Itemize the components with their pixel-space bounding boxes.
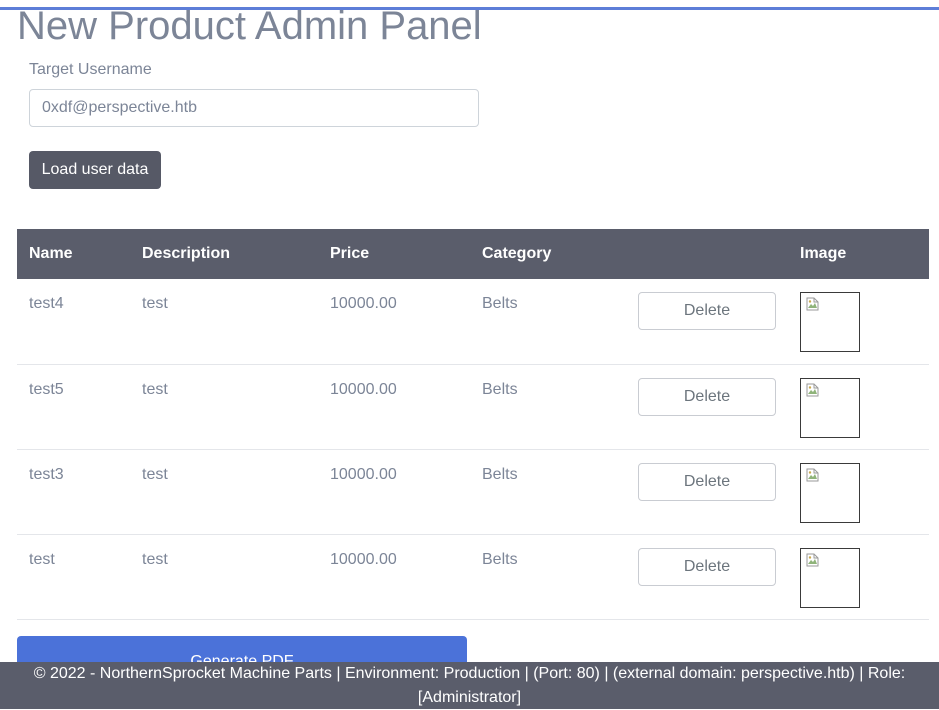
footer-text: © 2022 - NorthernSprocket Machine Parts …: [33, 665, 906, 706]
footer: © 2022 - NorthernSprocket Machine Parts …: [0, 662, 939, 709]
broken-image-icon: [806, 297, 819, 311]
column-header-description: Description: [142, 245, 231, 262]
products-table-container: Name Description Price Category Image te…: [17, 229, 929, 620]
broken-image-icon: [806, 553, 819, 566]
products-table: Name Description Price Category Image te…: [17, 229, 929, 620]
action-cell: Delete: [626, 534, 788, 619]
product-name: test: [29, 550, 55, 568]
product-name: test5: [29, 380, 64, 398]
product-category: Belts: [482, 550, 518, 568]
product-category: Belts: [482, 465, 518, 483]
product-description: test: [142, 295, 168, 312]
image-cell: [788, 534, 929, 619]
delete-button[interactable]: Delete: [638, 292, 776, 330]
column-header-price: Price: [330, 245, 370, 262]
image-cell: [788, 364, 929, 449]
target-username-input[interactable]: [29, 89, 479, 127]
product-name: test3: [29, 465, 64, 483]
product-price: 10000.00: [330, 550, 397, 568]
delete-button[interactable]: Delete: [638, 462, 776, 501]
product-description: test: [142, 380, 168, 398]
delete-button[interactable]: Delete: [638, 377, 776, 416]
column-header-action: [626, 229, 788, 279]
table-header-row: Name Description Price Category Image: [17, 229, 929, 279]
action-cell: Delete: [626, 449, 788, 534]
column-header-image: Image: [800, 245, 847, 262]
target-username-label: Target Username: [29, 61, 152, 78]
delete-button[interactable]: Delete: [638, 547, 776, 586]
action-cell: Delete: [626, 364, 788, 449]
product-price: 10000.00: [330, 295, 397, 312]
table-row: test3 test 10000.00 Belts Delete: [17, 449, 929, 534]
column-header-name: Name: [29, 245, 73, 262]
product-image: [800, 462, 860, 523]
product-price: 10000.00: [330, 465, 397, 483]
action-cell: Delete: [626, 279, 788, 364]
product-image: [800, 292, 860, 352]
broken-image-icon: [806, 468, 819, 481]
page-title: New Product Admin Panel: [17, 4, 482, 48]
product-category: Belts: [482, 380, 518, 398]
product-description: test: [142, 465, 168, 483]
product-image: [800, 547, 860, 608]
product-category: Belts: [482, 295, 518, 312]
load-user-data-button[interactable]: Load user data: [29, 151, 161, 189]
table-row: test4 test 10000.00 Belts Delete: [17, 279, 929, 364]
product-image: [800, 377, 860, 438]
broken-image-icon: [806, 383, 819, 396]
table-row: test5 test 10000.00 Belts Delete: [17, 364, 929, 449]
product-description: test: [142, 550, 168, 568]
product-price: 10000.00: [330, 380, 397, 398]
product-name: test4: [29, 295, 64, 312]
image-cell: [788, 279, 929, 364]
table-row: test test 10000.00 Belts Delete: [17, 534, 929, 619]
column-header-category: Category: [482, 245, 552, 262]
image-cell: [788, 449, 929, 534]
